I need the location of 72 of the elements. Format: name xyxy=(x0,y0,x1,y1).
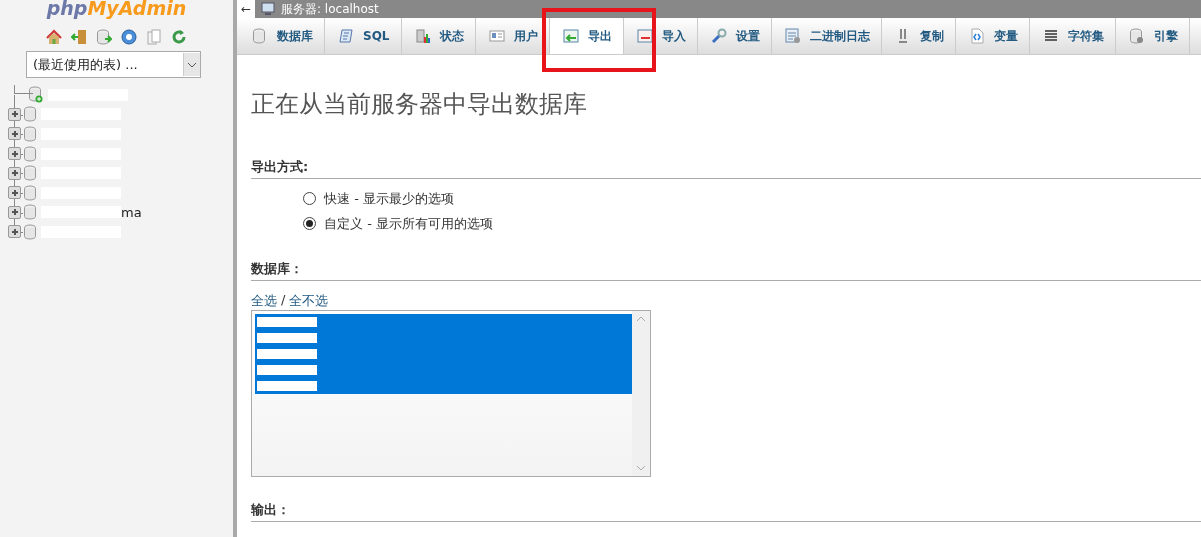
database-icon xyxy=(23,145,37,162)
expand-toggle[interactable] xyxy=(8,166,21,180)
radio-label: 自定义 - 显示所有可用的选项 xyxy=(324,214,493,233)
recent-tables-dropdown[interactable]: (最近使用的表) ... xyxy=(26,51,201,78)
refresh-icon[interactable] xyxy=(171,29,187,45)
new-database-icon[interactable] xyxy=(28,86,44,104)
expand-toggle[interactable] xyxy=(8,205,21,219)
plus-icon xyxy=(9,187,20,198)
plus-icon xyxy=(9,148,20,159)
expand-toggle[interactable] xyxy=(8,225,21,239)
database-icon xyxy=(23,126,37,142)
separator-text: / xyxy=(281,292,286,309)
nav-tab[interactable]: 复制 xyxy=(881,18,956,54)
nav-tab[interactable]: 用户 xyxy=(475,18,550,54)
page-heading: 正在从当前服务器中导出数据库 xyxy=(251,89,588,120)
nav-tab[interactable]: 字符集 xyxy=(1029,18,1116,54)
logo-text: php xyxy=(46,0,88,19)
sql-icon xyxy=(338,28,354,44)
expand-toggle[interactable] xyxy=(8,147,21,161)
help-icon[interactable] xyxy=(121,29,137,45)
database-icon xyxy=(23,223,37,240)
plus-icon xyxy=(9,109,20,120)
section-title: 数据库： xyxy=(251,260,1201,281)
nav-tab[interactable]: 导入 xyxy=(623,18,698,54)
plus-icon xyxy=(9,129,20,139)
home-icon[interactable] xyxy=(46,29,62,45)
nav-tab[interactable]: SQL xyxy=(325,18,402,54)
radio-button[interactable] xyxy=(303,217,316,230)
variables-icon xyxy=(968,28,985,44)
list-option[interactable] xyxy=(255,314,632,330)
plus-icon xyxy=(9,168,20,179)
breadcrumb[interactable]: 服务器: localhost xyxy=(281,0,379,18)
database-icon xyxy=(23,165,37,182)
logo-text: MyAdmin xyxy=(87,0,187,19)
database-icon[interactable] xyxy=(96,29,112,45)
database-icon xyxy=(23,204,37,221)
nav-tab[interactable]: 二进制日志 xyxy=(771,18,882,54)
section-title: 输出： xyxy=(251,501,1201,522)
select-all-link[interactable]: 全选 xyxy=(251,292,277,310)
export-icon xyxy=(562,28,579,44)
database-name[interactable]: ma xyxy=(121,204,142,220)
database-icon xyxy=(23,184,37,201)
door-icon[interactable] xyxy=(71,29,87,45)
radio-label: 快速 - 显示最少的选项 xyxy=(324,189,454,208)
plus-icon xyxy=(9,226,20,237)
nav-tab[interactable]: 状态 xyxy=(401,18,476,54)
expand-toggle[interactable] xyxy=(8,186,21,200)
select-none-link[interactable]: 全不选 xyxy=(289,292,329,310)
monitor-icon xyxy=(261,2,275,16)
redaction-mark xyxy=(257,333,317,343)
status-icon xyxy=(414,28,431,44)
database-icon xyxy=(23,106,37,123)
nav-tab[interactable]: 设置 xyxy=(697,18,772,54)
nav-tab[interactable]: 导出 xyxy=(549,18,624,54)
back-button[interactable]: ← xyxy=(237,0,255,18)
redaction-mark xyxy=(257,317,317,327)
expand-toggle[interactable] xyxy=(8,127,21,141)
nav-tab[interactable]: 引擎 xyxy=(1115,18,1190,54)
plus-icon xyxy=(9,207,20,218)
radio-button[interactable] xyxy=(303,192,316,205)
redaction-mark xyxy=(257,381,317,391)
redaction-mark xyxy=(257,349,317,359)
section-title: 导出方式: xyxy=(251,158,1201,179)
users-icon xyxy=(488,28,505,44)
import-icon xyxy=(636,28,653,44)
redaction-mark xyxy=(257,365,317,375)
database-list[interactable] xyxy=(251,310,651,477)
nav-tab[interactable]: 变量 xyxy=(955,18,1030,54)
database-icon xyxy=(252,28,268,44)
nav-tab[interactable]: 数据库 xyxy=(239,18,325,54)
list-option[interactable] xyxy=(255,378,632,394)
expand-toggle[interactable] xyxy=(8,107,21,121)
